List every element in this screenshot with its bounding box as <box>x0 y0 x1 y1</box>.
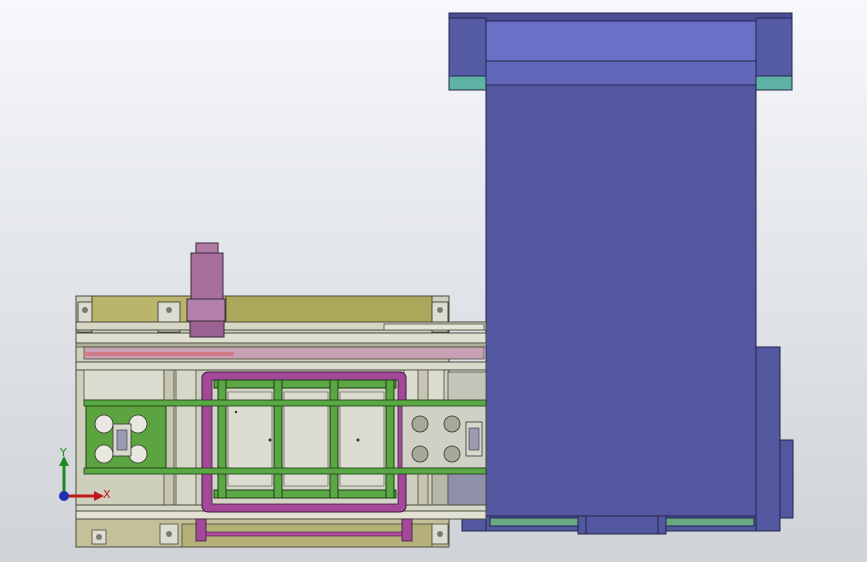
left-suction-plate[interactable] <box>85 403 167 469</box>
cad-graphics-viewport[interactable]: Y X <box>0 0 867 562</box>
hopper-assembly[interactable] <box>448 12 794 535</box>
triad-y-label: Y <box>59 446 67 459</box>
assembly-model[interactable]: Y X <box>0 0 867 562</box>
vertical-cylinder[interactable] <box>186 242 226 338</box>
triad-x-label: X <box>103 488 111 501</box>
right-suction-plate[interactable] <box>401 403 487 469</box>
green-gripper-frame[interactable] <box>213 379 397 499</box>
